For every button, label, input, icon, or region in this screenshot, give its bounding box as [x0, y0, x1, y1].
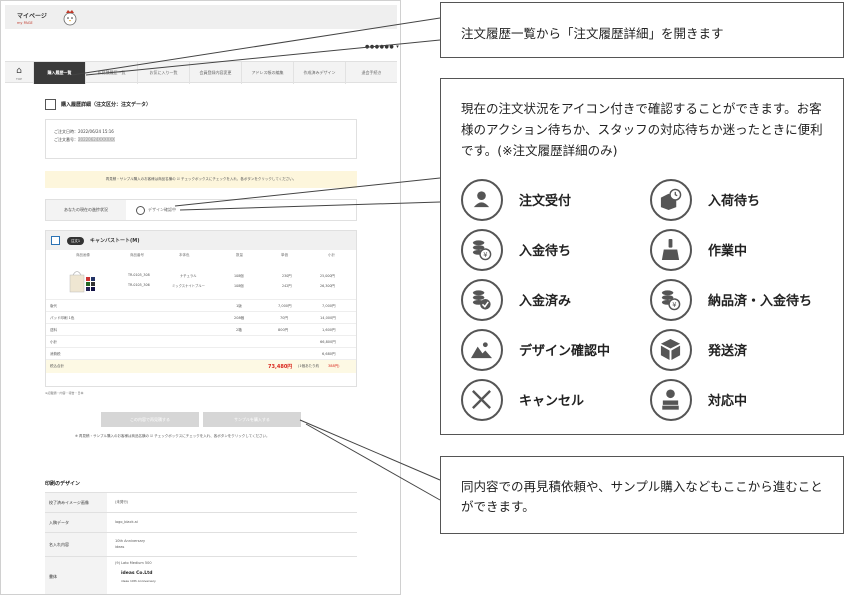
font-sample: ideas Co.Ltd — [121, 571, 153, 576]
mypage-title: マイページ — [17, 13, 47, 20]
order-info: ご注文日時：2022/06/24 15:16 ご注文番号：20220624XXX… — [45, 119, 357, 159]
table-row: パッド印刷 1色 208個 70円 14,000円 — [46, 311, 356, 323]
total-row: 税込合計 73,480円 (1個あたり約 388円) — [46, 359, 356, 373]
mypage-screenshot: マイページ my PAGE ●●●●●● ▾ ⌂ TOP 購入履歴一覧 お見積履… — [0, 0, 401, 595]
callout-text: 注文履歴一覧から「注文履歴詳細」を開きます — [461, 26, 724, 41]
tab-purchase-history[interactable]: 購入履歴一覧 — [33, 62, 85, 84]
pagination-dots[interactable]: ●●●●●● ▾ — [365, 44, 399, 50]
coins-yen-icon: ¥ — [661, 290, 681, 311]
design-title: 印刷のデザイン — [45, 481, 81, 487]
svg-text:¥: ¥ — [672, 301, 676, 309]
tab-address-book[interactable]: アドレス帳の編集 — [241, 62, 293, 84]
box-clock-icon — [660, 188, 682, 211]
coins-wait-icon: ¥ — [472, 240, 492, 261]
tab-member-info[interactable]: 会員登録内容変更 — [189, 62, 241, 84]
tab-saved-designs[interactable]: 作成済みデザイン — [293, 62, 345, 84]
order-number: ご注文番号：20220624XXXXXX — [54, 137, 115, 142]
fine-print: ※記載額・内容・報告・日本 — [45, 391, 84, 395]
requote-button[interactable]: この内容で再見積する — [101, 412, 199, 427]
svg-text:¥: ¥ — [483, 251, 487, 259]
coins-check-icon — [472, 290, 491, 310]
callout-requote: 同内容での再見積依頼や、サンプル購入などもここから進むことができます。 — [440, 456, 844, 534]
mypage-header: マイページ my PAGE — [5, 5, 397, 29]
table-row: 書体 (9) Lato Medium 500 ideas Co.Ltd idea… — [45, 556, 357, 594]
table-row: 送料 2箱 800円 1,600円 — [46, 323, 356, 335]
image-icon — [470, 342, 493, 359]
tab-withdraw[interactable]: 退会手続き — [345, 62, 397, 84]
table-row: 版代 1版 7,000円 7,000円 — [46, 299, 356, 311]
button-note: ※ 再見積・サンプル購入のお客様は商品名横の ☑ チェックボックスにチェックを入… — [75, 434, 270, 438]
mascot-icon — [63, 10, 77, 26]
table-row: 入稿データ logo_black.ai — [45, 512, 357, 532]
item-name: キャンバストート(M) — [90, 238, 140, 244]
product-image — [69, 271, 95, 293]
package-icon — [660, 338, 681, 361]
nav-home-label: TOP — [15, 77, 22, 81]
table-row: 消費税 6,680円 — [46, 347, 356, 359]
person-icon — [473, 191, 490, 208]
action-buttons: この内容で再見積する サンプルを購入する — [1, 412, 400, 427]
home-icon: ⌂ — [16, 66, 22, 76]
item-header: 注文1 キャンバストート(M) — [46, 231, 356, 250]
nav-home[interactable]: ⌂ TOP — [5, 62, 33, 84]
section-title: 購入履歴詳細（注文区分：注文データ） — [45, 99, 151, 110]
sample-purchase-button[interactable]: サンプルを購入する — [203, 412, 301, 427]
staff-icon — [661, 389, 680, 411]
x-icon — [472, 390, 491, 409]
callout-text: 現在の注文状況をアイコン付きで確認することができます。お客様のアクション待ちか、… — [461, 101, 823, 158]
mypage-subtitle: my PAGE — [17, 21, 33, 25]
item-columns: 商品画像 商品番号 本体色 数量 単価 小計 — [76, 253, 335, 257]
status-value: デザイン確認中 — [136, 200, 176, 220]
order-date: ご注文日時：2022/06/24 15:16 — [54, 129, 114, 134]
table-row: 小計 66,800円 — [46, 335, 356, 347]
table-row: 名入れ内容 10th Anniversary ideas — [45, 532, 357, 556]
item-checkbox[interactable] — [51, 236, 60, 245]
callout-status-legend: 現在の注文状況をアイコン付きで確認することができます。お客様のアクション待ちか、… — [440, 78, 844, 435]
design-check-icon — [136, 205, 145, 215]
font-sample-2: ideas 10th Anniversary — [121, 579, 156, 583]
order-badge: 注文1 — [67, 237, 84, 245]
box-icon — [45, 99, 56, 110]
notice-banner: 再見積・サンプル購入のお客様は商品名横の ☑ チェックボックスにチェックを入れ、… — [45, 171, 357, 188]
brush-icon — [661, 238, 680, 261]
mypage-nav: ⌂ TOP 購入履歴一覧 お見積履歴一覧 お気に入り一覧 会員登録内容変更 アド… — [5, 61, 397, 84]
callout-open-history: 注文履歴一覧から「注文履歴詳細」を開きます — [440, 2, 844, 58]
tab-quote-history[interactable]: お見積履歴一覧 — [85, 62, 137, 84]
tab-favorites[interactable]: お気に入り一覧 — [137, 62, 189, 84]
design-table: 校了済みイメージ画像 (未発行) 入稿データ logo_black.ai 名入れ内容… — [45, 492, 357, 594]
progress-status: あなたの現在の進捗状況 デザイン確認中 — [45, 199, 357, 221]
status-label: あなたの現在の進捗状況 — [46, 200, 126, 220]
callout-text: 同内容での再見積依頼や、サンプル購入などもここから進むことができます。 — [461, 479, 823, 514]
order-item: 注文1 キャンバストート(M) 商品画像 商品番号 本体色 数量 単価 小計 T… — [45, 230, 357, 387]
table-row: 校了済みイメージ画像 (未発行) — [45, 492, 357, 512]
